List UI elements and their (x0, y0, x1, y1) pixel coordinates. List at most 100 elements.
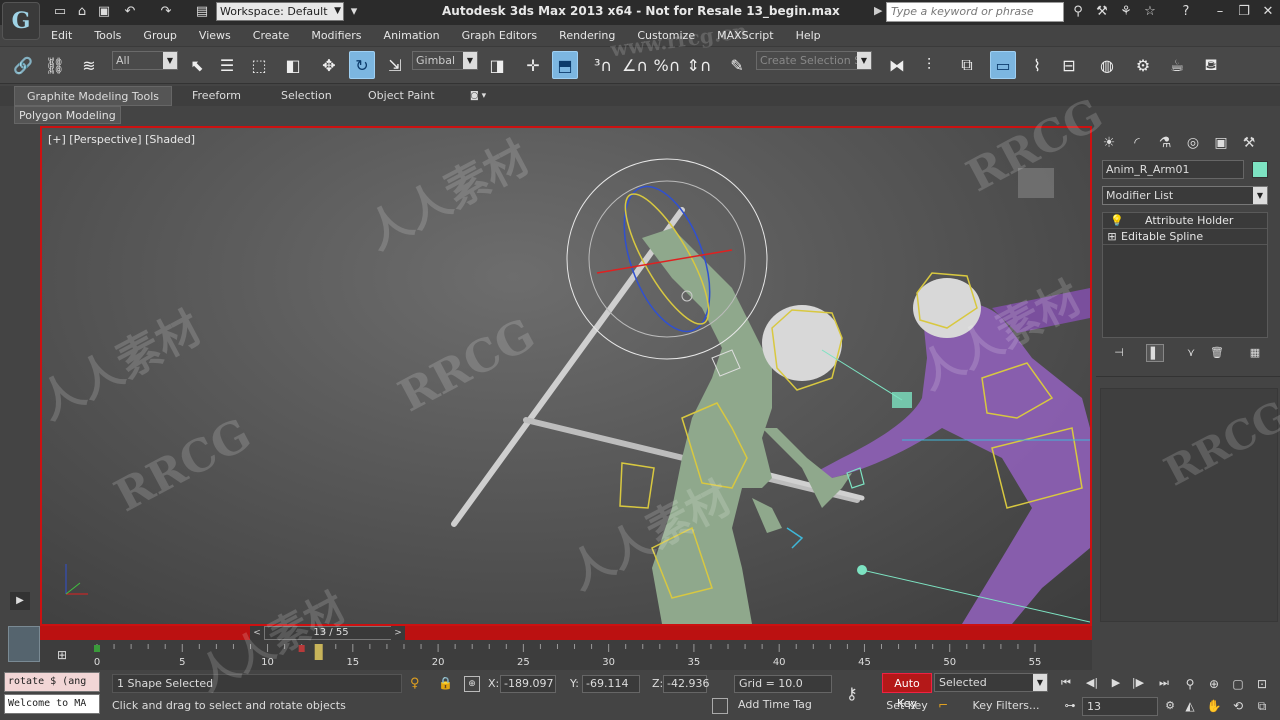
maxscript-output-line[interactable]: Welcome to MA (4, 694, 100, 714)
auto-key-button[interactable]: Auto Key (882, 673, 932, 710)
x-coordinate-field[interactable]: -189.097 (500, 675, 556, 693)
key-tangent-icon[interactable]: ⌐ (938, 698, 948, 712)
go-to-start-icon[interactable]: ⏮ (1056, 674, 1076, 692)
binoculars-icon[interactable]: ⚲ (1070, 4, 1086, 20)
rectangular-selection-icon[interactable]: ⬚ (246, 51, 272, 79)
favorites-icon[interactable]: ☆ (1142, 4, 1158, 20)
maximize-viewport-icon[interactable]: ⧉ (1252, 697, 1272, 715)
z-coordinate-field[interactable]: -42.936 (663, 675, 709, 693)
select-and-rotate-icon[interactable]: ↻ (349, 51, 375, 79)
tab-selection[interactable]: Selection (281, 86, 332, 106)
motion-tab-icon[interactable]: ◎ (1182, 132, 1204, 154)
workspace-dropdown[interactable]: Workspace: Default ▼ (216, 2, 344, 21)
reference-coordinate-dropdown[interactable]: Gimbal ▼ (412, 51, 478, 70)
menu-create[interactable]: Create (242, 26, 301, 46)
select-and-manipulate-icon[interactable]: ✛ (520, 51, 546, 79)
spinner-snap-icon[interactable]: ⇕∩ (686, 51, 712, 79)
material-editor-icon[interactable]: ◍ (1094, 51, 1120, 79)
communication-icon[interactable]: ⚘ (1118, 4, 1134, 20)
named-selection-dropdown[interactable]: Create Selection Se ▼ (756, 51, 872, 70)
menu-tools[interactable]: Tools (83, 26, 132, 46)
y-coordinate-field[interactable]: -69.114 (582, 675, 640, 693)
menu-animation[interactable]: Animation (373, 26, 451, 46)
select-object-icon[interactable]: ⬉ (184, 51, 210, 79)
zoom-extents-all-icon[interactable]: ⊡ (1252, 675, 1272, 693)
expand-icon[interactable]: ▶ (10, 592, 30, 610)
configure-modifier-sets-icon[interactable]: ▦ (1246, 344, 1264, 362)
prev-frame-icon[interactable]: < (250, 626, 264, 640)
viewcube-icon[interactable] (1018, 168, 1054, 198)
tab-object-paint[interactable]: Object Paint (368, 86, 435, 106)
create-tab-icon[interactable]: ☀ (1098, 132, 1120, 154)
select-and-scale-icon[interactable]: ⇲ (382, 51, 408, 79)
polygon-modeling-panel[interactable]: Polygon Modeling (14, 106, 121, 124)
current-frame-marker[interactable] (314, 644, 323, 660)
undo-icon[interactable]: ↶ (122, 4, 138, 20)
field-of-view-icon[interactable]: ◭ (1180, 697, 1200, 715)
select-by-name-icon[interactable]: ☰ (214, 51, 240, 79)
tab-graphite-modeling-tools[interactable]: Graphite Modeling Tools (14, 86, 172, 106)
display-tab-icon[interactable]: ▣ (1210, 132, 1232, 154)
time-tag-icon[interactable] (712, 698, 728, 714)
schematic-view-icon[interactable]: ⊟ (1056, 51, 1082, 79)
object-name-field[interactable]: Anim_R_Arm01 (1102, 160, 1244, 179)
menu-customize[interactable]: Customize (626, 26, 706, 46)
isolate-icon[interactable]: ♀ (410, 676, 420, 691)
redo-icon[interactable]: ↷ (158, 4, 174, 20)
menu-maxscript[interactable]: MAXScript (706, 26, 784, 46)
key-mode-dropdown[interactable]: Selected ▼ (934, 673, 1048, 692)
bind-space-warp-icon[interactable]: ≋ (76, 51, 102, 79)
key-mode-toggle-icon[interactable]: ⊶ (1060, 697, 1080, 715)
layer-manager-icon[interactable]: ⧉ (954, 51, 980, 79)
modify-tab-icon[interactable]: ◜ (1126, 132, 1148, 154)
expand-plus-icon[interactable]: ⊞ (1103, 229, 1121, 245)
zoom-icon[interactable]: ⚲ (1180, 675, 1200, 693)
viewport-label[interactable]: [+] [Perspective] [Shaded] (48, 133, 195, 146)
stack-item-attribute-holder[interactable]: 💡 Attribute Holder (1103, 213, 1267, 229)
pan-icon[interactable]: ✋ (1204, 697, 1224, 715)
menu-modifiers[interactable]: Modifiers (300, 26, 372, 46)
snaps-toggle-icon[interactable]: ³∩ (590, 51, 616, 79)
menu-views[interactable]: Views (188, 26, 242, 46)
select-and-link-icon[interactable]: 🔗 (10, 51, 36, 79)
set-key-button[interactable]: Set Key (882, 696, 932, 716)
hold-icon[interactable]: ▤ (194, 4, 210, 20)
time-slider-thumb[interactable]: 13 / 55 (264, 626, 398, 640)
graphite-toggle-icon[interactable]: ▭ (990, 51, 1016, 79)
search-expand-icon[interactable]: ▶ (874, 4, 882, 17)
subscription-icon[interactable]: ⚒ (1094, 4, 1110, 20)
perspective-viewport[interactable]: [+] [Perspective] [Shaded] (40, 126, 1092, 626)
render-setup-icon[interactable]: ⚙ (1130, 51, 1156, 79)
modifier-list-dropdown[interactable]: Modifier List ▼ (1102, 186, 1268, 205)
mini-curve-editor-icon[interactable] (8, 626, 40, 662)
workspace-menu-icon[interactable]: ▾ (346, 4, 362, 20)
object-color-swatch[interactable] (1252, 161, 1268, 178)
render-production-icon[interactable]: ⛾ (1198, 51, 1224, 79)
new-file-icon[interactable]: ▭ (52, 4, 68, 20)
angle-snap-icon[interactable]: ∠∩ (622, 51, 648, 79)
key-filters-button[interactable]: Key Filters... (966, 696, 1046, 716)
previous-frame-icon[interactable]: ◀| (1082, 674, 1102, 692)
align-icon[interactable]: ⫶ (916, 51, 942, 79)
window-crossing-icon[interactable]: ◧ (280, 51, 306, 79)
unlink-icon[interactable]: ⛓ (42, 51, 68, 79)
search-input[interactable]: Type a keyword or phrase (886, 2, 1064, 22)
menu-group[interactable]: Group (132, 26, 188, 46)
pin-stack-icon[interactable]: ⊣ (1110, 344, 1128, 362)
mirror-icon[interactable]: ⧓ (884, 51, 910, 79)
play-icon[interactable]: ▶ (1106, 674, 1126, 692)
menu-help[interactable]: Help (785, 26, 832, 46)
animation-key[interactable] (298, 645, 305, 652)
animation-key[interactable] (94, 645, 100, 652)
lightbulb-icon[interactable]: 💡 (1103, 213, 1131, 229)
selection-filter-dropdown[interactable]: All ▼ (112, 51, 178, 70)
menu-edit[interactable]: Edit (40, 26, 83, 46)
zoom-all-icon[interactable]: ⊕ (1204, 675, 1224, 693)
next-frame-icon[interactable]: > (391, 626, 405, 640)
absolute-offset-icon[interactable]: ⊕ (464, 676, 480, 692)
close-icon[interactable]: ✕ (1260, 4, 1276, 20)
stack-item-editable-spline[interactable]: ⊞ Editable Spline (1103, 229, 1267, 245)
save-file-icon[interactable]: ▣ (96, 4, 112, 20)
zoom-extents-icon[interactable]: ▢ (1228, 675, 1248, 693)
add-time-tag-button[interactable]: Add Time Tag (738, 698, 812, 711)
